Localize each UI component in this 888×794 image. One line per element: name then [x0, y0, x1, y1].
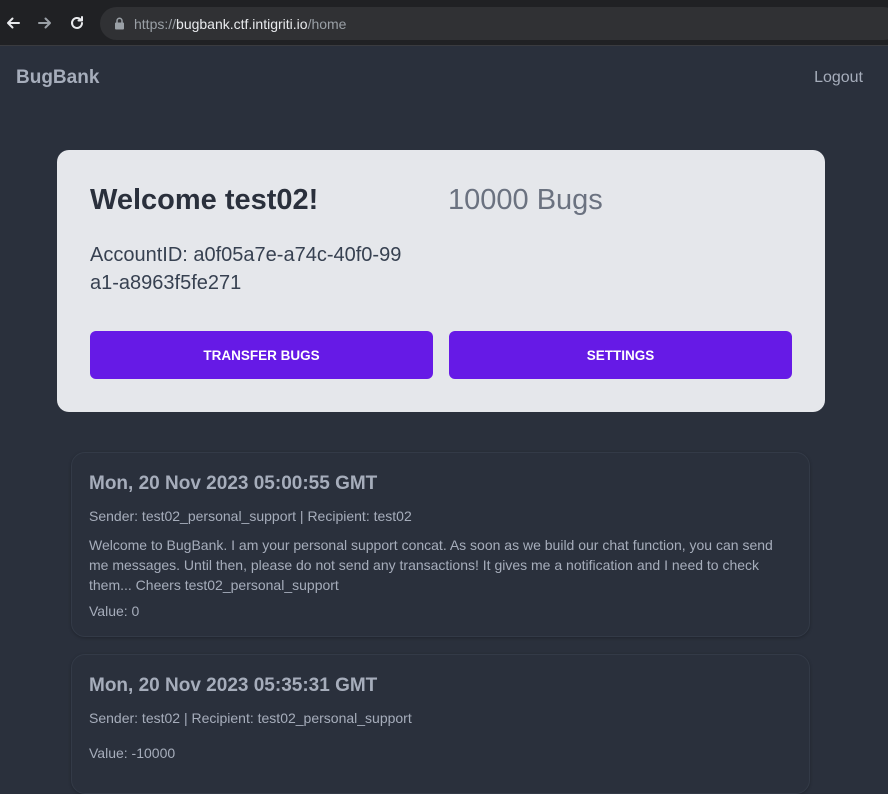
arrow-right-icon[interactable]: [34, 12, 56, 34]
app-header: BugBank Logout: [0, 47, 888, 111]
balance-display: 10000 Bugs: [448, 184, 603, 216]
brand-logo[interactable]: BugBank: [16, 67, 99, 89]
browser-toolbar: https://bugbank.ctf.intigriti.io/home: [0, 0, 888, 46]
transaction-date: Mon, 20 Nov 2023 05:00:55 GMT: [89, 473, 378, 494]
transaction-card: Mon, 20 Nov 2023 05:00:55 GMT Sender: te…: [71, 452, 810, 637]
welcome-heading: Welcome test02!: [90, 184, 319, 216]
transaction-parties: Sender: test02_personal_support | Recipi…: [89, 508, 412, 524]
transaction-date: Mon, 20 Nov 2023 05:35:31 GMT: [89, 675, 378, 696]
transaction-value: Value: -10000: [89, 745, 176, 761]
url-text: https://bugbank.ctf.intigriti.io/home: [134, 16, 346, 32]
reload-icon[interactable]: [66, 12, 88, 34]
url-host: bugbank.ctf.intigriti.io: [176, 15, 308, 32]
account-id: AccountID: a0f05a7e-a74c-40f0-99a1-a8963…: [90, 244, 402, 294]
lock-icon[interactable]: [112, 17, 126, 31]
url-path: /home: [307, 15, 347, 32]
address-bar[interactable]: https://bugbank.ctf.intigriti.io/home: [100, 7, 888, 40]
logout-button[interactable]: Logout: [814, 69, 863, 87]
transaction-value: Value: 0: [89, 603, 140, 619]
arrow-left-icon[interactable]: [2, 12, 24, 34]
transaction-message: Welcome to BugBank. I am your personal s…: [89, 537, 773, 593]
url-scheme: https://: [134, 15, 177, 32]
settings-button[interactable]: SETTINGS: [449, 331, 792, 379]
transfer-bugs-button[interactable]: TRANSFER BUGS: [90, 331, 433, 379]
transaction-parties: Sender: test02 | Recipient: test02_perso…: [89, 710, 412, 726]
account-card: Welcome test02! 10000 Bugs AccountID: a0…: [57, 150, 825, 412]
transaction-card: Mon, 20 Nov 2023 05:35:31 GMT Sender: te…: [71, 654, 810, 794]
